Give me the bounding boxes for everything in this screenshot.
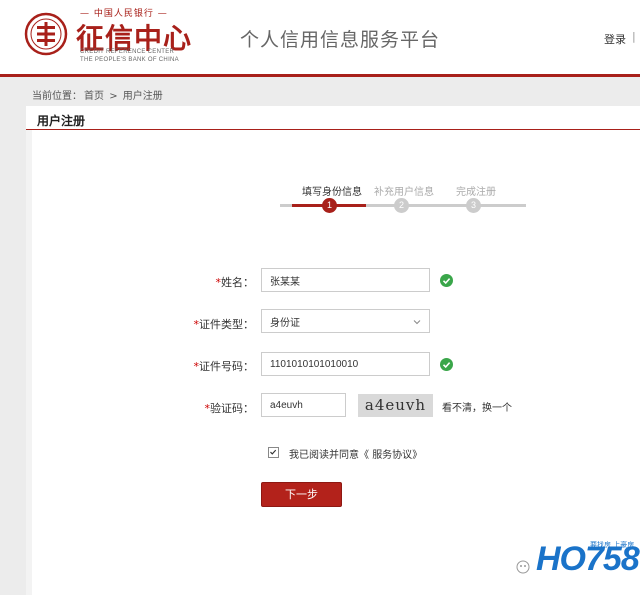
seal-logo-icon — [24, 12, 68, 56]
captcha-refresh-link[interactable]: 看不清，换一个 — [442, 399, 512, 414]
breadcrumb-prefix: 当前位置： — [32, 91, 82, 102]
breadcrumb-current: 用户注册 — [122, 91, 163, 102]
next-step-button[interactable]: 下一步 — [261, 482, 342, 507]
card-left-shadow — [26, 130, 32, 595]
card-title-divider — [26, 129, 640, 130]
wechat-watermark-icon — [516, 560, 530, 574]
step-1-dot: 1 — [322, 198, 337, 213]
platform-title: 个人信用信息服务平台 — [240, 29, 441, 51]
id-number-label: *证件号码： — [193, 360, 255, 373]
agreement-text: 我已阅读并同意《 服务协议》 — [289, 450, 423, 461]
registration-card — [26, 106, 640, 595]
step-track-inactive — [366, 204, 514, 207]
id-type-value: 身份证 — [270, 317, 300, 329]
step-track-start — [280, 204, 292, 207]
login-link[interactable]: 登录 — [604, 31, 626, 47]
step-track-end — [514, 204, 526, 207]
step-2-label: 补充用户信息 — [374, 187, 434, 198]
login-separator: | — [632, 30, 636, 43]
step-1-label: 填写身份信息 — [302, 187, 362, 198]
chevron-down-icon — [413, 320, 421, 325]
breadcrumb: 当前位置： 首页 > 用户注册 — [32, 87, 165, 102]
id-number-valid-check-icon — [440, 358, 453, 371]
id-number-input[interactable]: 1101010101010010 — [261, 352, 430, 376]
breadcrumb-home[interactable]: 首页 — [84, 91, 104, 102]
id-type-label: *证件类型： — [193, 318, 255, 331]
watermark-subtitle: 要找房 上豪房 — [590, 541, 635, 549]
name-input[interactable]: 张某某 — [261, 268, 430, 292]
captcha-label: *验证码： — [204, 402, 255, 415]
logo-english-line2: THE PEOPLE'S BANK OF CHINA — [80, 57, 179, 63]
checkmark-icon — [270, 449, 277, 455]
step-3-label: 完成注册 — [456, 187, 496, 198]
name-valid-check-icon — [440, 274, 453, 287]
card-title: 用户注册 — [37, 114, 86, 128]
logo-english-line1: CREDIT REFERENCE CENTER — [80, 49, 175, 55]
captcha-image[interactable]: a4euvh — [358, 394, 433, 417]
breadcrumb-separator: > — [109, 91, 118, 102]
agreement-checkbox[interactable] — [268, 447, 279, 458]
service-agreement-link[interactable]: 服务协议 — [372, 450, 412, 461]
id-type-select[interactable]: 身份证 — [261, 309, 430, 333]
step-2-dot: 2 — [394, 198, 409, 213]
captcha-input[interactable]: a4euvh — [261, 393, 346, 417]
step-3-dot: 3 — [466, 198, 481, 213]
name-label: *姓名： — [215, 276, 255, 289]
